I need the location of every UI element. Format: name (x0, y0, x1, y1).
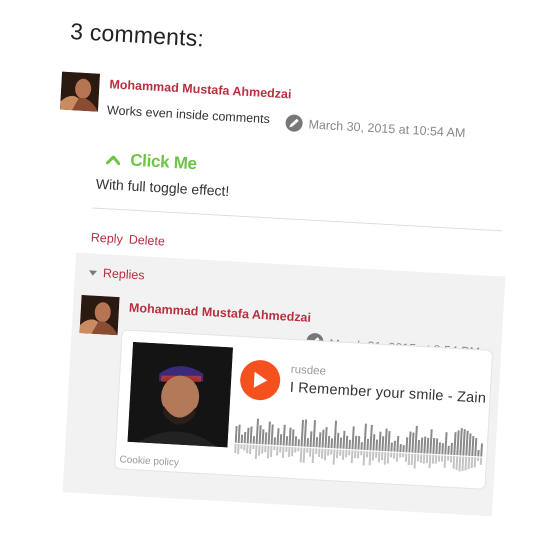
track-title[interactable]: I Remember your smile - Zain (289, 380, 486, 407)
soundcloud-embed[interactable]: rusdee I Remember your smile - Zain Cook… (113, 329, 494, 490)
play-button[interactable] (239, 359, 282, 402)
cookie-policy-link[interactable]: Cookie policy (119, 454, 179, 468)
track-artwork[interactable] (127, 341, 233, 448)
comment-date[interactable]: March 30, 2015 at 10:54 AM (308, 117, 466, 140)
comment-text: Works even inside comments (106, 103, 271, 127)
replies-label: Replies (102, 266, 145, 283)
toggle-label: Click Me (129, 150, 198, 174)
comments-section: 3 comments: Mohammad Mustafa Ahmedzai Ma… (0, 0, 534, 546)
reply-avatar[interactable] (79, 295, 120, 336)
avatar[interactable] (59, 71, 101, 112)
track-user[interactable]: rusdee (290, 364, 326, 378)
comments-heading: 3 comments: (69, 17, 205, 52)
play-icon (253, 371, 268, 388)
pencil-icon (285, 114, 304, 133)
toggle-header[interactable]: Click Me (106, 149, 198, 174)
divider (92, 207, 502, 232)
caret-down-icon (88, 269, 98, 276)
comment-actions: Reply Delete (90, 230, 165, 248)
delete-link[interactable]: Delete (128, 233, 165, 249)
reply-link[interactable]: Reply (90, 230, 123, 246)
toggle-content: With full toggle effect! (95, 175, 230, 200)
comment-author[interactable]: Mohammad Mustafa Ahmedzai (109, 77, 292, 101)
chevron-up-icon (106, 155, 121, 165)
waveform[interactable] (234, 409, 487, 475)
